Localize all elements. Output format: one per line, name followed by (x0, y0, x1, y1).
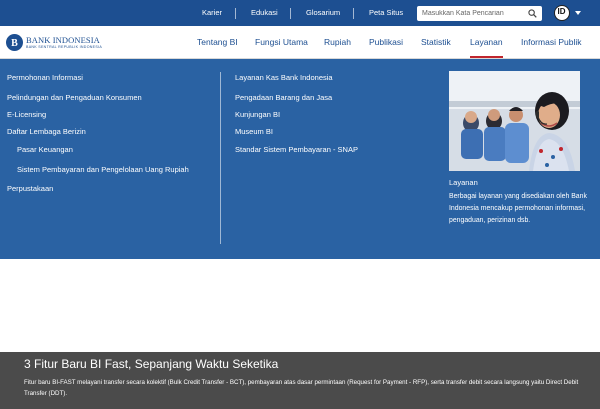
search-input[interactable] (422, 7, 520, 20)
hero-title[interactable]: 3 Fitur Baru BI Fast, Sepanjang Waktu Se… (24, 357, 278, 371)
menu-kunjungan-bi[interactable]: Kunjungan BI (235, 110, 280, 119)
topbar-link-karier[interactable]: Karier (202, 0, 222, 26)
menu-pelindungan-pengaduan[interactable]: Pelindungan dan Pengaduan Konsumen (7, 93, 142, 102)
nav-statistik[interactable]: Statistik (421, 26, 451, 58)
layanan-mega-menu: Permohonan Informasi Pelindungan dan Pen… (0, 59, 600, 259)
topbar-link-glosarium[interactable]: Glosarium (306, 0, 340, 26)
bank-logo-icon[interactable]: B (6, 34, 23, 51)
menu-snap[interactable]: Standar Sistem Pembayaran - SNAP (235, 145, 358, 154)
menu-column-divider (220, 72, 221, 244)
promo-title: Layanan (449, 178, 478, 187)
chevron-down-icon[interactable] (575, 11, 581, 15)
nav-publikasi[interactable]: Publikasi (369, 26, 403, 58)
logo-subtitle: BANK SENTRAL REPUBLIK INDONESIA (26, 45, 103, 49)
menu-layanan-kas[interactable]: Layanan Kas Bank Indonesia (235, 73, 333, 82)
menu-permohonan-informasi[interactable]: Permohonan Informasi (7, 73, 83, 82)
nav-layanan[interactable]: Layanan (470, 26, 503, 58)
nav-fungsi-utama[interactable]: Fungsi Utama (255, 26, 308, 58)
nav-tentang-bi[interactable]: Tentang BI (197, 26, 238, 58)
svg-text:B: B (11, 38, 18, 49)
topbar-divider (290, 8, 291, 19)
customer-service-photo (449, 71, 580, 171)
topbar-divider (353, 8, 354, 19)
menu-daftar-lembaga-berizin[interactable]: Daftar Lembaga Berizin (7, 127, 86, 136)
menu-museum-bi[interactable]: Museum BI (235, 127, 273, 136)
nav-rupiah[interactable]: Rupiah (324, 26, 351, 58)
top-utility-bar: Karier Edukasi Glosarium Peta Situs ID (0, 0, 600, 26)
hero-description: Fitur baru BI-FAST melayani transfer sec… (24, 379, 579, 397)
language-label: ID (557, 7, 566, 16)
topbar-divider (235, 8, 236, 19)
topbar-link-edukasi[interactable]: Edukasi (251, 0, 278, 26)
menu-pengadaan-barang-jasa[interactable]: Pengadaan Barang dan Jasa (235, 93, 332, 102)
search-icon[interactable] (528, 9, 537, 18)
promo-description: Berbagai layanan yang disediakan oleh Ba… (449, 193, 587, 224)
main-header: B BANK INDONESIA BANK SENTRAL REPUBLIK I… (0, 26, 600, 59)
nav-informasi-publik[interactable]: Informasi Publik (521, 26, 581, 58)
search-box (417, 6, 542, 21)
topbar-link-peta-situs[interactable]: Peta Situs (369, 0, 403, 26)
menu-sistem-pembayaran-rupiah[interactable]: Sistem Pembayaran dan Pengelolaan Uang R… (17, 165, 189, 174)
logo-name[interactable]: BANK INDONESIA (26, 35, 100, 45)
menu-pasar-keuangan[interactable]: Pasar Keuangan (17, 145, 73, 154)
menu-e-licensing[interactable]: E-Licensing (7, 110, 46, 119)
language-selector[interactable]: ID (554, 5, 570, 21)
menu-perpustakaan[interactable]: Perpustakaan (7, 184, 53, 193)
